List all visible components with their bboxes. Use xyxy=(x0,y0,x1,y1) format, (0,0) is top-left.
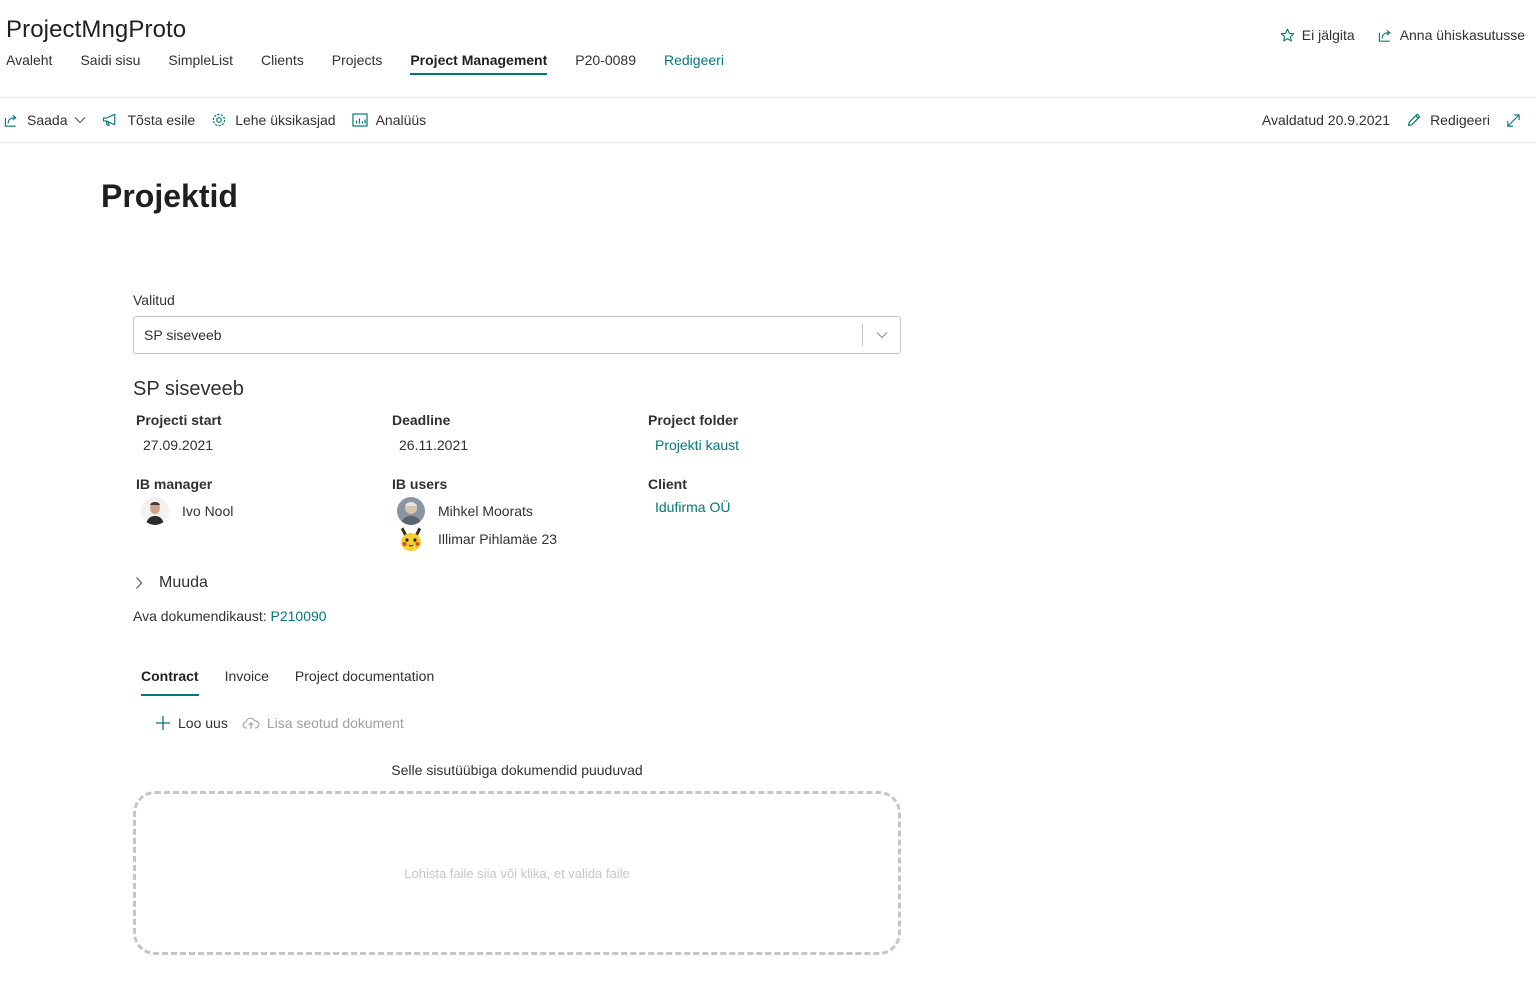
project-folder-label: Project folder xyxy=(648,412,739,428)
page-title: Projektid xyxy=(101,178,238,214)
pencil-icon xyxy=(1407,113,1421,127)
published-status: Avaldatud 20.9.2021 xyxy=(1261,112,1391,128)
expand-button[interactable] xyxy=(1506,113,1529,128)
send-button[interactable]: Saada xyxy=(3,112,86,128)
project-start-field: Projecti start 27.09.2021 xyxy=(136,412,392,476)
project-dropdown-value: SP siseveeb xyxy=(144,327,222,343)
gear-icon xyxy=(212,113,226,127)
nav-item-simplelist[interactable]: SimpleList xyxy=(168,52,233,75)
site-actions: Ei jälgita Anna ühiskasutusse xyxy=(1258,27,1525,43)
new-document-label: Loo uus xyxy=(178,715,228,731)
megaphone-icon xyxy=(103,113,116,126)
send-label: Saada xyxy=(27,112,68,128)
project-folder-field: Project folder Projekti kaust xyxy=(648,412,904,476)
avatar xyxy=(397,525,425,553)
empty-documents-message: Selle sisutüübiga dokumendid puuduvad xyxy=(391,762,643,778)
nav-edit-link[interactable]: Redigeeri xyxy=(664,52,724,75)
client-field: Client Idufirma OÜ xyxy=(648,476,904,560)
tab-invoice[interactable]: Invoice xyxy=(225,668,269,696)
project-name: SP siseveeb xyxy=(133,378,244,400)
analytics-button[interactable]: Analüüs xyxy=(351,112,427,128)
promote-label: Tõsta esile xyxy=(127,112,196,128)
document-folder-link[interactable]: P210090 xyxy=(271,608,327,624)
analytics-icon xyxy=(351,113,368,127)
client-link[interactable]: Idufirma OÜ xyxy=(648,499,904,515)
tab-project-documentation[interactable]: Project documentation xyxy=(295,668,434,696)
deadline-value: 26.11.2021 xyxy=(399,437,469,453)
avatar xyxy=(397,497,425,525)
share-button[interactable]: Anna ühiskasutusse xyxy=(1377,27,1525,43)
follow-button[interactable]: Ei jälgita xyxy=(1280,27,1355,43)
edit-page-button[interactable]: Redigeeri xyxy=(1406,112,1490,128)
chevron-down-icon xyxy=(876,332,887,339)
follow-label: Ei jälgita xyxy=(1301,27,1355,43)
commandbar-divider xyxy=(0,142,1535,143)
dropdown-toggle[interactable] xyxy=(863,331,900,339)
muuda-label: Muuda xyxy=(159,574,208,591)
share-icon xyxy=(4,114,17,127)
deadline-label: Deadline xyxy=(392,412,451,428)
dropzone-text: Lohista faile siia või klika, et valida … xyxy=(404,865,630,881)
nav-item-clients[interactable]: Clients xyxy=(261,52,304,75)
chevron-right-icon xyxy=(136,577,143,589)
chevron-down-icon xyxy=(75,117,86,124)
ib-users-label: IB users xyxy=(392,476,448,492)
share-icon xyxy=(1378,29,1391,42)
page-details-button[interactable]: Lehe üksikasjad xyxy=(211,112,336,128)
nav-item-avaleht[interactable]: Avaleht xyxy=(6,52,52,75)
nav-item-p20-0089[interactable]: P20-0089 xyxy=(575,52,636,75)
person-photo-icon xyxy=(141,497,169,525)
analytics-label: Analüüs xyxy=(375,112,427,128)
selector-label: Valitud xyxy=(133,292,175,308)
document-tabs: Contract Invoice Project documentation xyxy=(133,668,901,696)
avatar xyxy=(141,497,169,525)
project-details-grid: Projecti start 27.09.2021 Deadline 26.11… xyxy=(133,412,901,560)
edit-page-label: Redigeeri xyxy=(1430,112,1490,128)
person-photo-icon xyxy=(397,497,425,525)
muuda-expander[interactable]: Muuda xyxy=(133,574,901,592)
tab-contract[interactable]: Contract xyxy=(141,668,199,696)
site-title[interactable]: ProjectMngProto xyxy=(6,16,186,44)
nav-item-project-management[interactable]: Project Management xyxy=(410,52,548,75)
deadline-field: Deadline 26.11.2021 xyxy=(392,412,648,476)
project-start-value: 27.09.2021 xyxy=(143,437,214,453)
pikachu-avatar-icon xyxy=(397,525,425,553)
ib-manager-person[interactable]: Ivo Nool xyxy=(136,497,392,525)
top-navigation: Avaleht Saidi sisu SimpleList Clients Pr… xyxy=(6,52,752,75)
document-folder-label: Ava dokumendikaust: xyxy=(133,608,267,624)
promote-button[interactable]: Tõsta esile xyxy=(102,112,195,128)
client-label: Client xyxy=(648,476,687,492)
page-details-label: Lehe üksikasjad xyxy=(235,112,336,128)
expand-icon xyxy=(1507,113,1520,127)
project-folder-link[interactable]: Projekti kaust xyxy=(648,437,904,453)
file-dropzone[interactable]: Lohista faile siia või klika, et valida … xyxy=(133,791,901,955)
ib-user-person[interactable]: Mihkel Moorats xyxy=(392,497,648,525)
project-start-label: Projecti start xyxy=(136,412,222,428)
add-related-document-button[interactable]: Lisa seotud dokument xyxy=(242,715,404,731)
project-webpart: Valitud SP siseveeb SP siseveeb Projecti… xyxy=(133,292,901,955)
ib-manager-label: IB manager xyxy=(136,476,213,492)
ib-manager-name: Ivo Nool xyxy=(182,503,234,519)
ib-manager-field: IB manager Ivo Nool xyxy=(136,476,392,560)
share-label: Anna ühiskasutusse xyxy=(1399,27,1525,43)
new-document-button[interactable]: Loo uus xyxy=(155,715,228,731)
ib-user-name: Mihkel Moorats xyxy=(438,503,533,519)
command-bar: Saada Tõsta esile Lehe üksikasjad Analüü… xyxy=(0,98,1535,142)
nav-item-saidi-sisu[interactable]: Saidi sisu xyxy=(80,52,140,75)
star-icon xyxy=(1280,28,1295,41)
plus-icon xyxy=(156,716,170,730)
document-folder-line: Ava dokumendikaust: P210090 xyxy=(133,608,901,624)
ib-user-name: Illimar Pihlamäe 23 xyxy=(438,531,558,547)
document-commands: Loo uus Lisa seotud dokument xyxy=(133,715,901,731)
add-related-document-label: Lisa seotud dokument xyxy=(266,715,404,731)
cloud-upload-icon xyxy=(242,717,260,729)
ib-user-person[interactable]: Illimar Pihlamäe 23 xyxy=(392,525,648,553)
nav-item-projects[interactable]: Projects xyxy=(332,52,383,75)
project-dropdown[interactable]: SP siseveeb xyxy=(133,316,901,354)
ib-users-field: IB users Mihkel Moorats Illimar Pihlamäe… xyxy=(392,476,648,560)
